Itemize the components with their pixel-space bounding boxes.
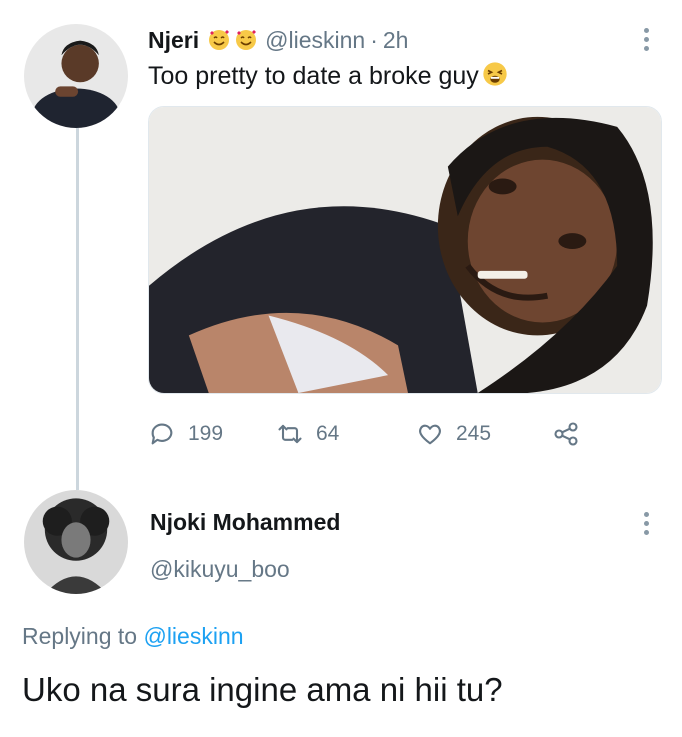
like-button[interactable]: 245: [416, 416, 491, 452]
separator-dot: ·: [370, 27, 378, 53]
share-icon: [554, 422, 578, 446]
smiling-face-with-hearts-icon: [209, 30, 230, 50]
reply-author-name[interactable]: Njoki Mohammed: [150, 506, 340, 538]
reply-text: Uko na sura ingine ama ni hii tu?: [22, 671, 503, 708]
tweet-text: Too pretty to date a broke guy: [148, 60, 509, 92]
photo-image: [149, 107, 661, 393]
heart-icon: [419, 424, 441, 445]
reply-count: 199: [188, 422, 224, 445]
reply-avatar-image: [24, 490, 128, 594]
tweet-text-content: Too pretty to date a broke guy: [148, 62, 479, 90]
thread-connector-line: [76, 128, 79, 490]
tweet-media-photo[interactable]: [148, 106, 662, 394]
like-count: 245: [456, 422, 492, 445]
author-avatar-image: [24, 24, 128, 128]
retweet-button[interactable]: 64: [276, 416, 339, 452]
replying-to-prefix: Replying to: [22, 623, 138, 649]
smiling-face-with-hearts-icon: [236, 30, 257, 50]
retweet-icon: [278, 424, 302, 444]
author-name[interactable]: Njeri: [148, 24, 199, 56]
tweet-header: Njeri @lieskinn · 2h: [148, 24, 408, 56]
retweet-count: 64: [316, 422, 340, 445]
reply-icon: [151, 423, 173, 445]
tweet-more-options-icon[interactable]: [644, 28, 650, 51]
tweet-action-bar: 199 64 245: [148, 416, 608, 452]
weary-face-icon: [483, 62, 507, 86]
replying-to-mention[interactable]: @lieskinn: [143, 623, 243, 649]
reply-more-options-icon[interactable]: [644, 512, 650, 535]
replying-to-line: Replying to @lieskinn: [22, 620, 244, 652]
author-handle[interactable]: @lieskinn: [265, 24, 365, 56]
reply-button[interactable]: 199: [148, 416, 223, 452]
tweet-time[interactable]: 2h: [383, 24, 409, 56]
reply-author-handle[interactable]: @kikuyu_boo: [150, 553, 290, 585]
author-avatar[interactable]: [24, 24, 128, 128]
share-button[interactable]: [552, 416, 592, 452]
reply-author-avatar[interactable]: [24, 490, 128, 594]
